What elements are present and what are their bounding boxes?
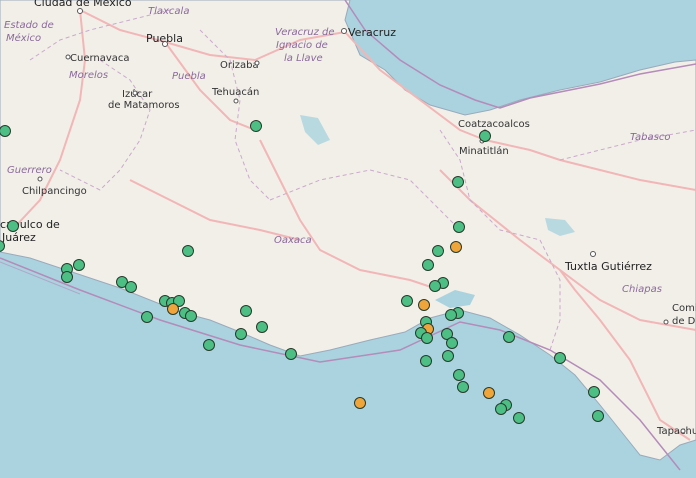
earthquake-marker[interactable] [354, 397, 366, 409]
earthquake-marker[interactable] [420, 355, 432, 367]
earthquake-marker[interactable] [554, 352, 566, 364]
earthquake-marker[interactable] [61, 271, 73, 283]
city-puebla: Puebla [146, 32, 183, 45]
state-tlaxcala: Tlaxcala [148, 6, 190, 17]
state-chiapas: Chiapas [622, 284, 662, 295]
state-puebla: Puebla [172, 71, 206, 82]
earthquake-marker[interactable] [285, 348, 297, 360]
earthquake-marker[interactable] [421, 332, 433, 344]
earthquake-marker[interactable] [185, 310, 197, 322]
map[interactable]: Ciudad de México Puebla Veracruz Cuernav… [0, 0, 696, 478]
city-tuxtla: Tuxtla Gutiérrez [565, 260, 652, 273]
state-tabasco: Tabasco [630, 132, 671, 143]
city-comitan-2: de Dom [672, 316, 696, 327]
earthquake-marker[interactable] [235, 328, 247, 340]
earthquake-marker[interactable] [483, 387, 495, 399]
earthquake-marker[interactable] [592, 410, 604, 422]
city-chilpancingo: Chilpancingo [22, 186, 87, 197]
earthquake-marker[interactable] [167, 303, 179, 315]
state-mexico: México [6, 33, 42, 44]
earthquake-marker[interactable] [240, 305, 252, 317]
earthquake-marker[interactable] [513, 412, 525, 424]
city-acapulco-2: Juárez [2, 231, 36, 244]
earthquake-marker[interactable] [7, 220, 19, 232]
earthquake-marker[interactable] [429, 280, 441, 292]
state-oaxaca: Oaxaca [274, 235, 312, 246]
earthquake-marker[interactable] [125, 281, 137, 293]
state-veracruz-2: Ignacio de [276, 40, 328, 51]
earthquake-marker[interactable] [256, 321, 268, 333]
state-veracruz-1: Veracruz de [275, 27, 335, 38]
earthquake-marker[interactable] [588, 386, 600, 398]
earthquake-marker[interactable] [503, 331, 515, 343]
earthquake-marker[interactable] [453, 221, 465, 233]
earthquake-marker[interactable] [445, 309, 457, 321]
city-tehuacan: Tehuacán [212, 87, 260, 98]
city-comitan-1: Comi [672, 303, 696, 314]
city-minatitlan: Minatitlán [459, 146, 509, 157]
earthquake-marker[interactable] [479, 130, 491, 142]
earthquake-marker[interactable] [432, 245, 444, 257]
city-orizaba: Orizaba [220, 60, 259, 71]
state-estado-de: Estado de [4, 20, 54, 31]
earthquake-marker[interactable] [401, 295, 413, 307]
earthquake-marker[interactable] [452, 176, 464, 188]
city-cuernavaca: Cuernavaca [70, 53, 130, 64]
earthquake-marker[interactable] [418, 299, 430, 311]
city-coatzacoalcos: Coatzacoalcos [458, 119, 530, 130]
earthquake-marker[interactable] [182, 245, 194, 257]
earthquake-marker[interactable] [453, 369, 465, 381]
earthquake-marker[interactable] [422, 259, 434, 271]
state-veracruz-3: la Llave [284, 53, 323, 64]
earthquake-marker[interactable] [203, 339, 215, 351]
earthquake-marker[interactable] [73, 259, 85, 271]
earthquake-marker[interactable] [446, 337, 458, 349]
city-de-matamoros: de Matamoros [108, 100, 180, 111]
earthquake-marker[interactable] [450, 241, 462, 253]
earthquake-marker[interactable] [250, 120, 262, 132]
city-veracruz: Veracruz [348, 26, 397, 39]
earthquake-marker[interactable] [495, 403, 507, 415]
earthquake-marker[interactable] [442, 350, 454, 362]
state-morelos: Morelos [69, 70, 109, 81]
earthquake-marker[interactable] [457, 381, 469, 393]
city-tapachula: Tapachu [657, 426, 696, 437]
city-ciudad-de-mexico: Ciudad de México [34, 0, 132, 9]
earthquake-marker[interactable] [141, 311, 153, 323]
state-guerrero: Guerrero [7, 165, 52, 176]
